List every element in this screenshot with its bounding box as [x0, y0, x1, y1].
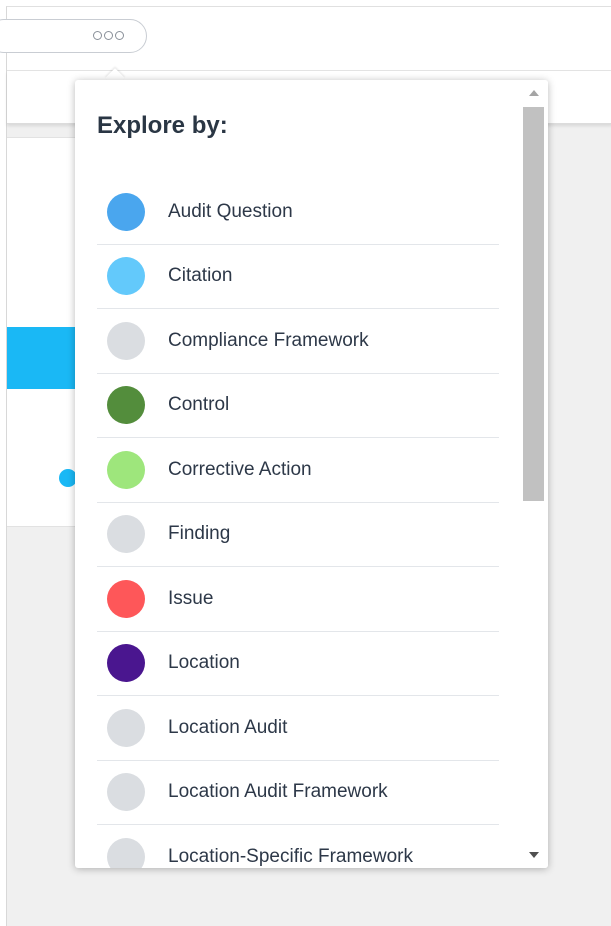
list-item-location-specific-framework[interactable]: Location-Specific Framework: [97, 825, 499, 868]
explore-by-popover: Explore by: Audit Question Citation Comp…: [75, 80, 548, 868]
list-item-label: Location Audit Framework: [168, 781, 388, 803]
list-item-citation[interactable]: Citation: [97, 245, 499, 309]
list-item-label: Control: [168, 394, 230, 416]
scroll-up-arrow-icon[interactable]: [529, 90, 539, 96]
color-dot-icon: [107, 708, 145, 747]
color-dot-icon: [107, 838, 145, 868]
list-item-label: Corrective Action: [168, 458, 312, 480]
list-item-label: Location Audit: [168, 716, 288, 738]
scrollbar[interactable]: [521, 80, 548, 868]
list-item-location-audit-framework[interactable]: Location Audit Framework: [97, 761, 499, 825]
toolbar: [0, 7, 611, 71]
more-options-button[interactable]: [0, 19, 147, 53]
color-dot-icon: [107, 644, 145, 683]
list-item-label: Citation: [168, 265, 233, 287]
list-item-label: Compliance Framework: [168, 329, 369, 351]
list-item-label: Location: [168, 652, 240, 674]
popover-title: Explore by:: [97, 112, 228, 139]
list-item-control[interactable]: Control: [97, 374, 499, 438]
object-type-list: Audit Question Citation Compliance Frame…: [97, 180, 499, 868]
color-dot-icon: [107, 257, 145, 296]
list-item-location-audit[interactable]: Location Audit: [97, 696, 499, 761]
list-item-audit-question[interactable]: Audit Question: [97, 180, 499, 245]
color-dot-icon: [107, 386, 145, 425]
list-item-label: Location-Specific Framework: [168, 846, 413, 868]
list-item-label: Finding: [168, 523, 231, 545]
list-item-finding[interactable]: Finding: [97, 503, 499, 567]
color-dot-icon: [107, 450, 145, 489]
color-dot-icon: [107, 579, 145, 618]
more-horizontal-icon: [93, 31, 124, 40]
list-item-issue[interactable]: Issue: [97, 567, 499, 632]
list-item-label: Issue: [168, 587, 214, 609]
scrollbar-thumb[interactable]: [523, 107, 544, 501]
list-item-corrective-action[interactable]: Corrective Action: [97, 438, 499, 503]
color-dot-icon: [107, 773, 145, 812]
scroll-down-arrow-icon[interactable]: [529, 852, 539, 858]
list-item-compliance-framework[interactable]: Compliance Framework: [97, 309, 499, 374]
color-dot-icon: [107, 321, 145, 360]
color-dot-icon: [107, 515, 145, 554]
list-item-location[interactable]: Location: [97, 632, 499, 696]
color-dot-icon: [107, 192, 145, 231]
list-item-label: Audit Question: [168, 200, 293, 222]
